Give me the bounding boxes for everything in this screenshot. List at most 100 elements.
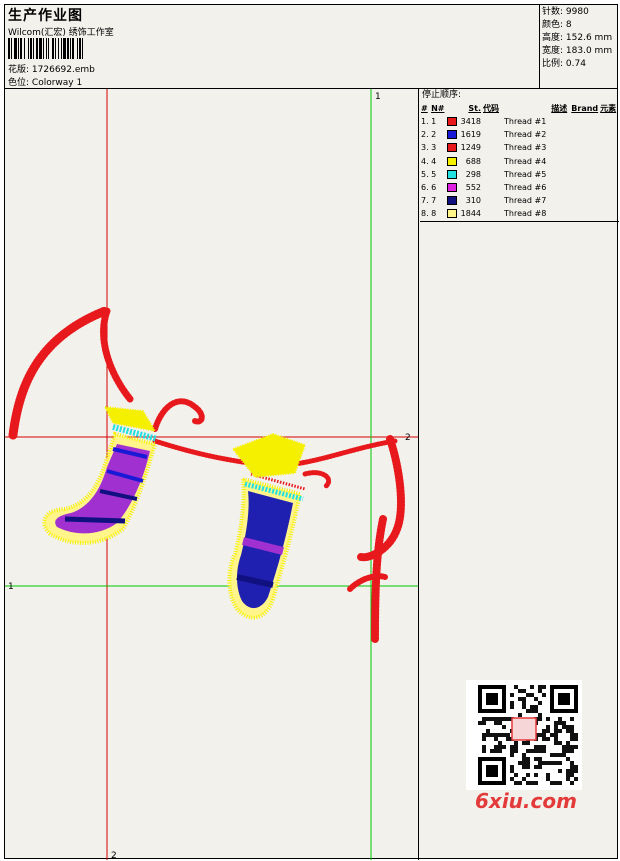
row-stitches: 552 <box>465 183 482 193</box>
marker-top-green: 1 <box>375 92 381 102</box>
stat-height: 高度: 152.6 mm <box>542 33 613 43</box>
row-description: Thread #8 <box>504 209 547 219</box>
row-brand <box>550 207 599 220</box>
stat-width: 宽度: 183.0 mm <box>542 46 613 56</box>
sheet-header: 生产作业图 Wilcom(汇宏) 绣饰工作室 花版: 1726692.emb 色… <box>5 5 617 89</box>
col-element: 元素 <box>600 104 617 113</box>
thread-row: 2. 2 1619 Thread #2 <box>420 128 618 141</box>
row-index: 7. <box>421 196 429 206</box>
col-stitches: St. <box>468 104 482 113</box>
row-needle: 8 <box>431 209 437 219</box>
col-code: 代码 <box>483 104 500 113</box>
color-swatch <box>447 130 458 140</box>
thread-row: 6. 6 552 Thread #6 <box>420 181 618 194</box>
color-swatch <box>447 196 458 206</box>
stat-stitches: 针数: 9980 <box>542 7 589 17</box>
row-stitches: 298 <box>465 169 482 179</box>
thread-row: 8. 8 1844 Thread #8 <box>420 207 618 220</box>
row-description: Thread #6 <box>504 183 547 193</box>
row-brand <box>550 194 599 207</box>
left-stocking <box>42 405 158 546</box>
row-needle: 2 <box>431 130 437 140</box>
stop-sequence-panel: 停止顺序: # N# St. 代码 描述 Brand 元素 1. 1 3418 Thr… <box>420 89 619 222</box>
marker-bottom-red: 2 <box>111 851 117 860</box>
thread-row: 3. 3 1249 Thread #3 <box>420 141 618 154</box>
row-swatch-cell <box>446 141 459 154</box>
row-needle: 5 <box>431 169 437 179</box>
colorway-label: 色位: <box>8 78 30 88</box>
row-index: 4. <box>421 156 429 166</box>
stop-sequence-title: 停止顺序: <box>422 90 462 100</box>
design-file-line: 花版: 1726692.emb <box>8 62 95 75</box>
row-needle: 6 <box>431 183 437 193</box>
watermark-text: 6xiu.com <box>475 789 577 813</box>
row-stitches: 688 <box>465 156 482 166</box>
col-description: 描述 <box>551 104 568 113</box>
row-needle: 7 <box>431 196 437 206</box>
col-needle: N# <box>431 104 445 113</box>
row-needle: 3 <box>431 143 437 153</box>
row-swatch-cell <box>446 128 459 141</box>
row-stitches: 310 <box>465 196 482 206</box>
stat-scale: 比例: 0.74 <box>542 59 586 69</box>
colorway-line: 色位: Colorway 1 <box>8 75 82 88</box>
row-swatch-cell <box>446 115 459 128</box>
design-stats: 针数: 9980 颜色: 8 高度: 152.6 mm 宽度: 183.0 mm… <box>539 5 617 89</box>
color-swatch <box>447 117 458 127</box>
page-title: 生产作业图 <box>8 8 83 24</box>
row-description: Thread #5 <box>504 169 547 179</box>
design-file-name: 1726692.emb <box>31 65 95 75</box>
thread-table: # N# St. 代码 描述 Brand 元素 1. 1 3418 Thread #1… <box>420 102 618 221</box>
row-description: Thread #1 <box>504 117 547 127</box>
col-index: # <box>421 104 428 113</box>
thread-row: 4. 4 688 Thread #4 <box>420 155 618 168</box>
marker-left-green: 1 <box>8 582 14 592</box>
thread-row: 1. 1 3418 Thread #1 <box>420 115 618 128</box>
row-stitches: 1844 <box>460 209 482 219</box>
row-description: Thread #4 <box>504 156 547 166</box>
thread-row: 7. 7 310 Thread #7 <box>420 194 618 207</box>
row-index: 8. <box>421 209 429 219</box>
row-description: Thread #7 <box>504 196 547 206</box>
row-swatch-cell <box>446 155 459 168</box>
row-needle: 4 <box>431 156 437 166</box>
embroidery-canvas: 1 2 1 2 <box>5 89 418 860</box>
row-swatch-cell <box>446 207 459 220</box>
studio-name: Wilcom(汇宏) 绣饰工作室 <box>8 28 114 38</box>
color-swatch <box>447 156 458 166</box>
design-file-label: 花版: <box>8 65 30 75</box>
row-brand <box>550 181 599 194</box>
row-needle: 1 <box>431 117 437 127</box>
row-stitches: 1619 <box>460 130 482 140</box>
color-swatch <box>447 169 458 179</box>
row-index: 2. <box>421 130 429 140</box>
row-index: 5. <box>421 169 429 179</box>
panel-divider <box>420 220 619 222</box>
row-index: 1. <box>421 117 429 127</box>
col-swatch <box>446 102 459 115</box>
design-preview: 1 2 1 2 <box>5 89 419 860</box>
row-index: 3. <box>421 143 429 153</box>
row-swatch-cell <box>446 181 459 194</box>
row-brand <box>550 128 599 141</box>
row-brand <box>550 155 599 168</box>
row-description: Thread #2 <box>504 130 547 140</box>
thread-row: 5. 5 298 Thread #5 <box>420 168 618 181</box>
color-swatch <box>447 143 458 153</box>
color-swatch <box>447 209 458 219</box>
qr-code-image <box>478 685 578 785</box>
row-stitches: 1249 <box>460 143 482 153</box>
row-description: Thread #3 <box>504 143 547 153</box>
col-brand: Brand <box>571 104 599 113</box>
row-brand <box>550 115 599 128</box>
garland-rope <box>8 306 405 645</box>
row-swatch-cell <box>446 194 459 207</box>
color-swatch <box>447 183 458 193</box>
marker-right-red: 2 <box>405 433 411 443</box>
thread-table-header: # N# St. 代码 描述 Brand 元素 <box>420 102 618 115</box>
row-brand <box>550 168 599 181</box>
row-swatch-cell <box>446 168 459 181</box>
qr-code <box>466 680 582 790</box>
colorway-name: Colorway 1 <box>31 78 83 88</box>
stat-colors: 颜色: 8 <box>542 20 572 30</box>
